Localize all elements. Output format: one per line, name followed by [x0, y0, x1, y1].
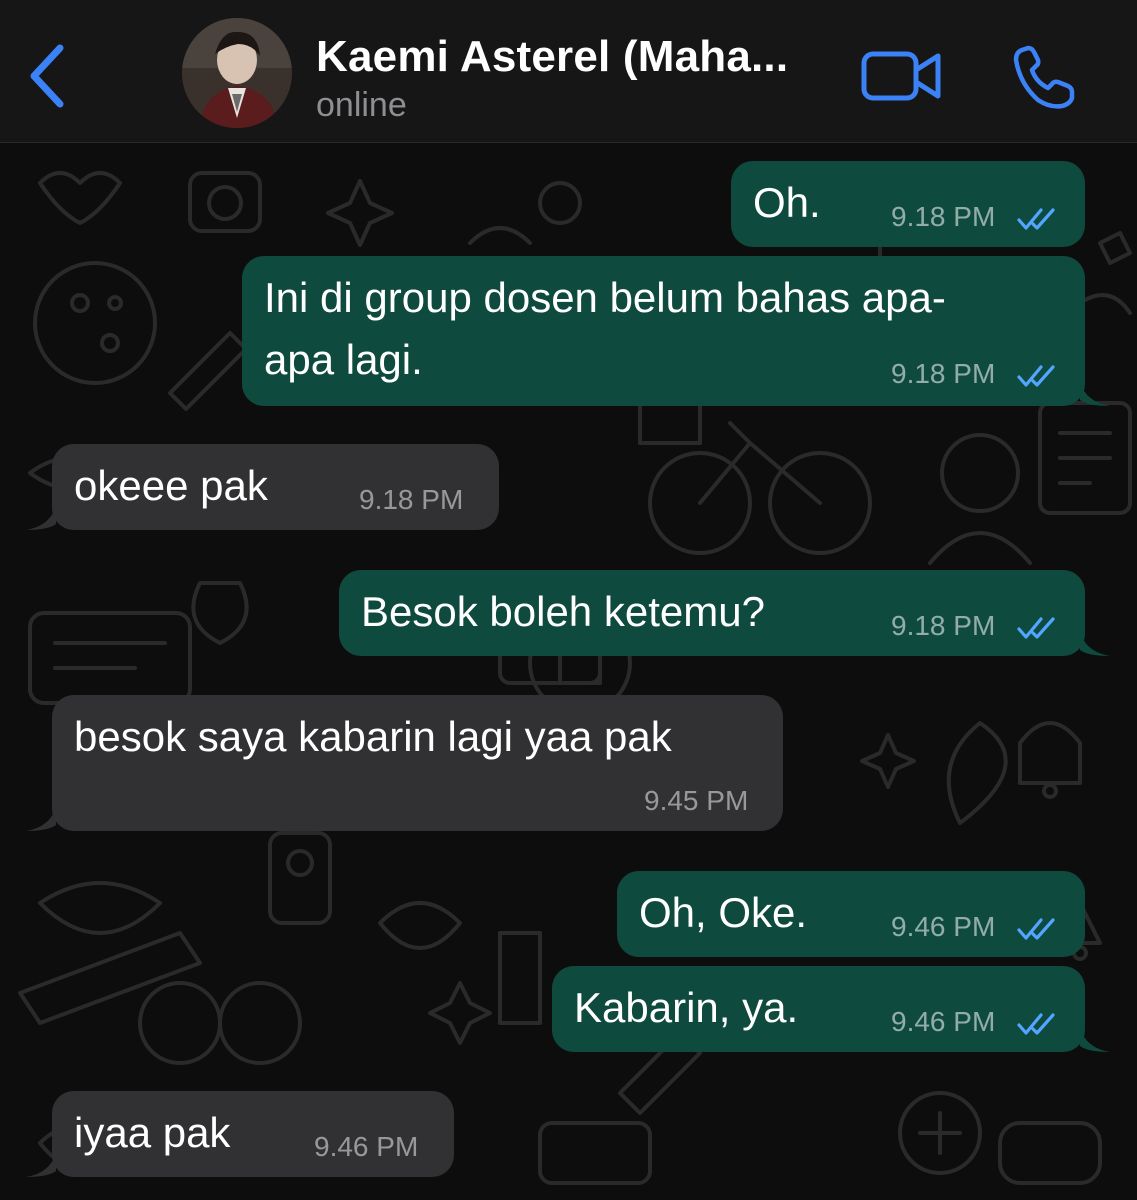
bubble-tail-outgoing — [1080, 382, 1110, 406]
message-bubble-outgoing[interactable]: Ini di group dosen belum bahas apa- apa … — [242, 256, 1085, 406]
contact-name[interactable]: Kaemi Asterel (Maha... — [316, 32, 788, 82]
message-time: 9.18 PM — [891, 610, 996, 641]
phone-icon[interactable] — [1012, 44, 1078, 110]
double-check-read-icon — [1017, 365, 1055, 387]
bubble-tail-incoming — [26, 1153, 56, 1177]
bubble-tail-outgoing — [1080, 1028, 1110, 1052]
message-bubble-outgoing[interactable]: Kabarin, ya. 9.46 PM — [552, 966, 1085, 1052]
message-bubble-incoming[interactable]: iyaa pak 9.46 PM — [52, 1091, 454, 1177]
contact-status: online — [316, 86, 407, 124]
message-bubble-outgoing[interactable]: Oh, Oke. 9.46 PM — [617, 871, 1085, 957]
message-time: 9.18 PM — [891, 358, 996, 389]
avatar[interactable] — [182, 18, 292, 128]
bubble-tail-incoming — [26, 506, 56, 530]
video-camera-icon[interactable] — [860, 48, 942, 104]
message-time: 9.46 PM — [314, 1131, 419, 1162]
bubble-tail-incoming — [26, 807, 56, 831]
message-text: Oh. — [753, 179, 821, 226]
avatar-photo — [182, 18, 292, 128]
message-text: Kabarin, ya. — [574, 984, 799, 1031]
message-bubble-outgoing[interactable]: Oh. 9.18 PM — [731, 161, 1085, 247]
double-check-read-icon — [1017, 1013, 1055, 1035]
message-time: 9.18 PM — [891, 201, 996, 232]
bubble-tail-outgoing — [1080, 632, 1110, 656]
message-bubble-incoming[interactable]: okeee pak 9.18 PM — [52, 444, 499, 530]
message-text: Oh, Oke. — [639, 889, 808, 936]
message-bubble-outgoing[interactable]: Besok boleh ketemu? 9.18 PM — [339, 570, 1085, 656]
message-text: besok saya kabarin lagi yaa pak — [74, 713, 672, 760]
message-text: okeee pak — [74, 462, 268, 509]
message-time: 9.18 PM — [359, 484, 464, 515]
message-time: 9.45 PM — [644, 785, 749, 816]
chat-area[interactable]: Oh. 9.18 PM Ini di group dosen belum bah… — [0, 143, 1137, 1200]
message-text-line-2: apa lagi. — [264, 336, 423, 383]
message-bubble-incoming[interactable]: besok saya kabarin lagi yaa pak 9.45 PM — [52, 695, 783, 831]
message-text: Besok boleh ketemu? — [361, 588, 765, 635]
message-text-line-1: Ini di group dosen belum bahas apa- — [264, 274, 946, 321]
chevron-left-icon[interactable] — [22, 40, 72, 112]
message-text: iyaa pak — [74, 1109, 231, 1156]
double-check-read-icon — [1017, 208, 1055, 230]
double-check-read-icon — [1017, 617, 1055, 639]
message-time: 9.46 PM — [891, 1006, 996, 1037]
message-time: 9.46 PM — [891, 911, 996, 942]
chat-header: Kaemi Asterel (Maha... online — [0, 0, 1137, 143]
double-check-read-icon — [1017, 918, 1055, 940]
